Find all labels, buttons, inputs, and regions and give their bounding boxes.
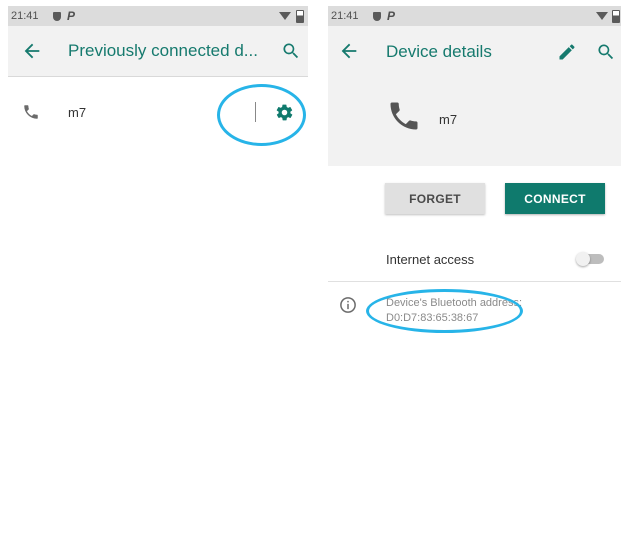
device-name: m7: [439, 112, 458, 127]
page-title: Previously connected d...: [68, 41, 258, 60]
page-title: Device details: [386, 42, 492, 61]
arrow-back-icon[interactable]: [338, 40, 360, 62]
search-icon[interactable]: [281, 41, 301, 61]
forget-button[interactable]: FORGET: [385, 183, 485, 214]
p-icon: P: [387, 9, 396, 23]
app-bar: Previously connected d...: [8, 26, 308, 76]
pencil-icon[interactable]: [557, 42, 577, 62]
search-icon[interactable]: [596, 42, 616, 62]
status-bar: 21:41 P: [8, 6, 308, 26]
toggle-thumb: [576, 252, 590, 266]
device-header: m7: [328, 76, 621, 166]
battery-icon: [296, 10, 304, 23]
p-icon: P: [67, 9, 76, 23]
battery-icon: [612, 10, 620, 23]
status-time: 21:41: [11, 10, 39, 22]
phone-icon: [24, 105, 38, 119]
wifi-icon: [279, 12, 291, 20]
wifi-icon: [596, 12, 608, 20]
status-bar: 21:41 P: [328, 6, 621, 26]
previously-connected-screen: 21:41 P Previously connected d... m7: [8, 6, 308, 541]
app-bar-divider: [8, 76, 308, 77]
shield-icon: [53, 12, 61, 21]
device-details-screen: 21:41 P Device details m7 FORGET CONNECT…: [328, 6, 621, 541]
app-bar: Device details: [328, 26, 621, 76]
phone-icon: [390, 102, 418, 130]
internet-access-toggle[interactable]: [576, 251, 606, 267]
info-icon: [340, 297, 356, 313]
highlight-circle: [217, 84, 306, 146]
status-time: 21:41: [331, 10, 359, 22]
shield-icon: [373, 12, 381, 21]
device-name: m7: [68, 105, 87, 120]
section-divider: [328, 281, 621, 282]
highlight-ellipse: [366, 289, 523, 333]
internet-access-label: Internet access: [386, 252, 475, 267]
connect-button[interactable]: CONNECT: [505, 183, 605, 214]
arrow-back-icon[interactable]: [21, 40, 43, 62]
